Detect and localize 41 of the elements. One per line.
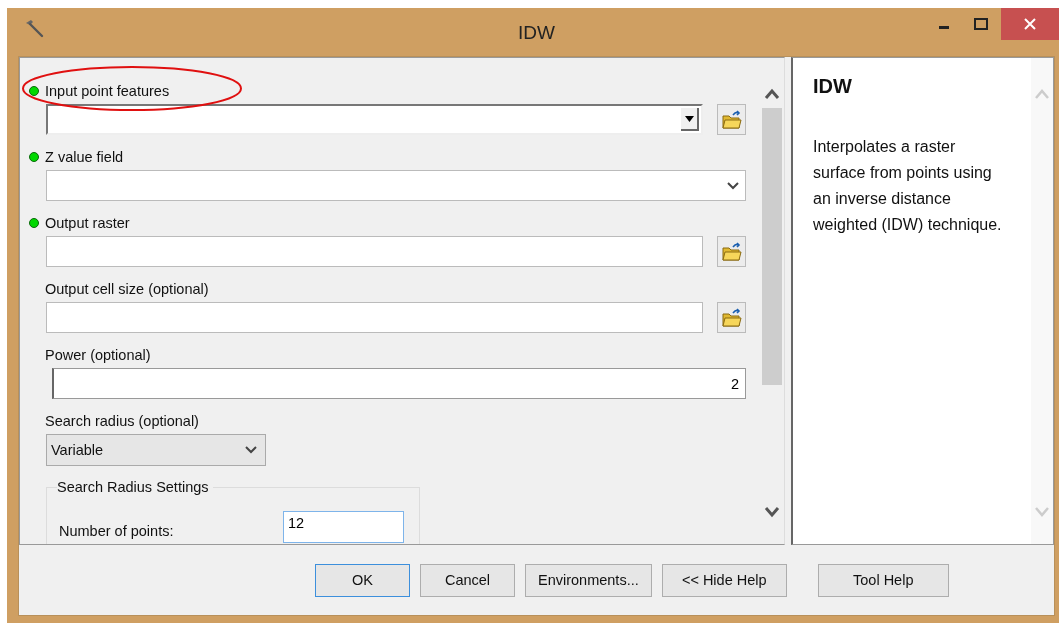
parameter-label: Input point features (45, 83, 170, 99)
combo-field[interactable] (46, 104, 703, 135)
maximize-icon (973, 18, 988, 30)
parameter-label: Output raster (45, 215, 130, 231)
close-icon (1023, 17, 1037, 31)
group-title: Search Radius Settings (57, 479, 210, 495)
dialog-button[interactable]: OK (315, 563, 410, 597)
dropdown-arrow-icon (684, 115, 694, 122)
folder-icon (721, 241, 742, 262)
dialog-button[interactable]: Cancel (420, 563, 515, 597)
scrollbar-thumb[interactable] (762, 108, 782, 385)
parameter-label: Search radius (optional) (45, 413, 199, 429)
chevron-down-icon (727, 181, 739, 190)
dialog-button[interactable]: << Hide Help (661, 563, 787, 597)
window-title: IDW (518, 22, 555, 44)
dialog-button[interactable]: Environments... (525, 563, 652, 597)
text-field[interactable]: 2 (52, 368, 746, 399)
dropdown[interactable]: Variable (46, 434, 266, 466)
dropdown-field[interactable] (46, 170, 746, 201)
parameter-label: Z value field (45, 149, 124, 165)
parameter-label: Output cell size (optional) (45, 281, 209, 297)
minimize-icon (938, 25, 949, 29)
chevron-down-icon (245, 446, 257, 454)
scroll-up-icon[interactable] (764, 88, 780, 100)
scroll-down-icon[interactable] (764, 506, 780, 518)
browse-folder-button[interactable] (717, 236, 746, 267)
close-button[interactable] (1001, 8, 1059, 40)
text-field[interactable] (46, 302, 703, 333)
parameter-label: Power (optional) (45, 347, 151, 363)
text-field[interactable] (46, 236, 703, 267)
scroll-up-icon (1034, 88, 1050, 100)
dialog-button[interactable]: Tool Help (817, 563, 949, 597)
browse-folder-button[interactable] (717, 302, 746, 333)
help-description: Interpolates a raster surface from points using an inverse distance weighted (IDW) technique. (813, 137, 1003, 235)
folder-icon (721, 109, 742, 130)
browse-folder-button[interactable] (717, 104, 746, 135)
help-title: IDW (813, 75, 853, 98)
scroll-down-icon (1034, 506, 1050, 518)
number-field[interactable]: 12 (283, 511, 404, 543)
folder-icon (721, 307, 742, 328)
field-label: Number of points: (59, 522, 175, 539)
